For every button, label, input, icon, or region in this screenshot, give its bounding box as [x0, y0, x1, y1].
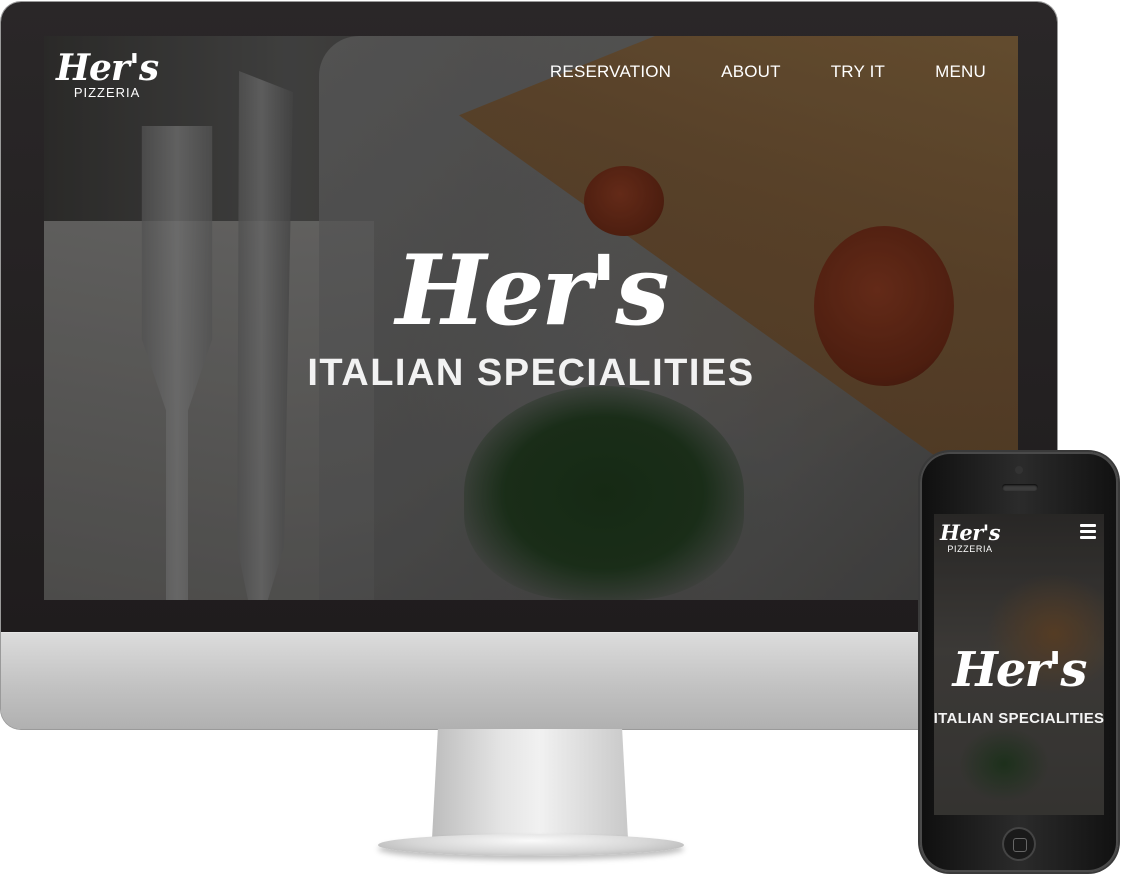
phone-speaker — [1002, 484, 1038, 491]
nav-link-about[interactable]: ABOUT — [721, 62, 781, 82]
mobile-logo-wordmark: Her's — [940, 520, 1001, 545]
hamburger-icon[interactable] — [1080, 524, 1096, 540]
mobile-screen: Her's PIZZERIA Her's ITALIAN SPECIALITIE… — [934, 514, 1104, 815]
phone-camera — [1015, 466, 1023, 474]
monitor-stand-base — [378, 834, 684, 856]
hero-title: Her's — [395, 234, 670, 347]
monitor-stand — [432, 729, 628, 839]
nav-link-try-it[interactable]: TRY IT — [831, 62, 885, 82]
monitor-chin — [1, 632, 1057, 729]
mobile-hero-subtitle: ITALIAN SPECIALITIES — [934, 710, 1104, 727]
site-logo[interactable]: Her's PIZZERIA — [56, 47, 159, 100]
home-button[interactable] — [1004, 829, 1034, 859]
logo-wordmark: Her's — [56, 47, 159, 89]
mobile-hero-title: Her's — [952, 642, 1088, 698]
nav-link-menu[interactable]: MENU — [935, 62, 986, 82]
main-navigation: RESERVATION ABOUT TRY IT MENU — [550, 62, 986, 82]
desktop-screen: Her's PIZZERIA RESERVATION ABOUT TRY IT … — [44, 36, 1018, 600]
hero-subtitle: ITALIAN SPECIALITIES — [307, 352, 755, 394]
nav-link-reservation[interactable]: RESERVATION — [550, 62, 671, 82]
mobile-logo-tagline: PIZZERIA — [947, 544, 993, 554]
mobile-phone: Her's PIZZERIA Her's ITALIAN SPECIALITIE… — [920, 452, 1118, 872]
mobile-site-logo[interactable]: Her's PIZZERIA — [940, 520, 1001, 555]
